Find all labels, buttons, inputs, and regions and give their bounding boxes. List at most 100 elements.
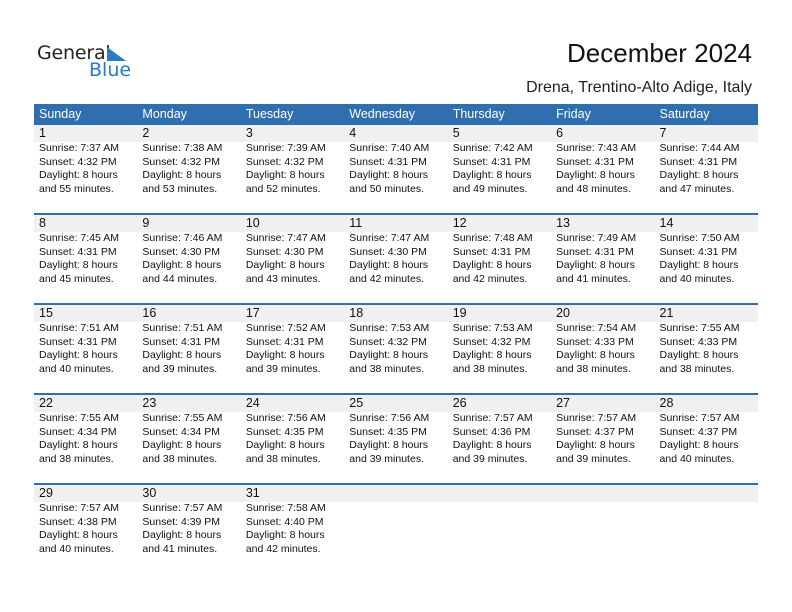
- day-number: 19: [452, 306, 467, 320]
- day-cell: 26 Sunrise: 7:57 AM Sunset: 4:36 PM Dayligh…: [448, 395, 551, 466]
- day-cell: 1 Sunrise: 7:37 AM Sunset: 4:32 PM Daylight…: [34, 125, 137, 196]
- sunset-time: Sunset: 4:33 PM: [659, 335, 738, 348]
- daylight-minutes: and 38 minutes.: [556, 362, 631, 375]
- daylight-minutes: and 41 minutes.: [556, 272, 631, 285]
- sunset-time: Sunset: 4:30 PM: [245, 245, 324, 258]
- sunrise-time: Sunrise: 7:54 AM: [556, 322, 637, 334]
- day-cell: 30 Sunrise: 7:57 AM Sunset: 4:39 PM Dayligh…: [137, 485, 240, 556]
- daylight-minutes: and 47 minutes.: [659, 182, 735, 195]
- day-cell: 10 Sunrise: 7:47 AM Sunset: 4:30 PM Dayligh…: [241, 215, 344, 286]
- sunrise-time: Sunrise: 7:49 AM: [556, 232, 637, 244]
- sunset-time: Sunset: 4:31 PM: [556, 155, 634, 168]
- day-number: 17: [245, 306, 260, 320]
- weekday-header-wednesday: Wednesday: [349, 107, 416, 121]
- day-number: 16: [142, 306, 157, 320]
- daylight-minutes: and 40 minutes.: [39, 542, 114, 555]
- sunrise-time: Sunrise: 7:58 AM: [245, 502, 326, 514]
- day-cell: 25 Sunrise: 7:56 AM Sunset: 4:35 PM Dayligh…: [344, 395, 447, 466]
- location-subtitle: Drena, Trentino-Alto Adige, Italy: [526, 79, 752, 96]
- daylight-minutes: and 38 minutes.: [452, 362, 528, 375]
- day-cell: 24 Sunrise: 7:56 AM Sunset: 4:35 PM Dayligh…: [241, 395, 344, 466]
- sunrise-time: Sunrise: 7:53 AM: [349, 322, 430, 334]
- daylight-minutes: and 45 minutes.: [39, 272, 114, 285]
- daylight-minutes: and 42 minutes.: [349, 272, 424, 285]
- daylight-minutes: and 41 minutes.: [142, 542, 218, 555]
- sunset-time: Sunset: 4:31 PM: [142, 335, 221, 348]
- sunset-time: Sunset: 4:32 PM: [245, 155, 324, 168]
- daylight-minutes: and 40 minutes.: [39, 362, 114, 375]
- sunrise-time: Sunrise: 7:57 AM: [556, 412, 637, 424]
- daylight-hours: Daylight: 8 hours: [245, 169, 325, 181]
- sunset-time: Sunset: 4:31 PM: [245, 335, 324, 348]
- sunset-time: Sunset: 4:38 PM: [39, 515, 117, 528]
- daylight-hours: Daylight: 8 hours: [349, 439, 429, 451]
- sunrise-time: Sunrise: 7:38 AM: [142, 142, 223, 154]
- day-number: 31: [245, 486, 260, 500]
- day-number: 4: [349, 126, 357, 140]
- sunrise-time: Sunrise: 7:56 AM: [349, 412, 430, 424]
- daylight-hours: Daylight: 8 hours: [659, 259, 739, 271]
- day-cell: 23 Sunrise: 7:55 AM Sunset: 4:34 PM Dayligh…: [137, 395, 240, 466]
- week-row: 15 Sunrise: 7:51 AM Sunset: 4:31 PM Dayligh…: [34, 303, 758, 393]
- daylight-minutes: and 38 minutes.: [39, 452, 114, 465]
- sunset-time: Sunset: 4:30 PM: [142, 245, 221, 258]
- week-row: 29 Sunrise: 7:57 AM Sunset: 4:38 PM Dayligh…: [34, 483, 758, 573]
- daylight-hours: Daylight: 8 hours: [556, 259, 635, 271]
- weeks-container: 1 Sunrise: 7:37 AM Sunset: 4:32 PM Daylight…: [34, 125, 758, 573]
- day-cell: 31 Sunrise: 7:58 AM Sunset: 4:40 PM Dayligh…: [241, 485, 344, 556]
- day-cell: 14 Sunrise: 7:50 AM Sunset: 4:31 PM Dayligh…: [655, 215, 758, 286]
- day-cell: 28 Sunrise: 7:57 AM Sunset: 4:37 PM Dayligh…: [655, 395, 758, 466]
- day-number: 13: [556, 216, 571, 230]
- daylight-hours: Daylight: 8 hours: [39, 349, 118, 361]
- daylight-minutes: and 38 minutes.: [245, 452, 321, 465]
- daylight-minutes: and 40 minutes.: [659, 452, 735, 465]
- day-cell: 3 Sunrise: 7:39 AM Sunset: 4:32 PM Daylight…: [241, 125, 344, 196]
- daylight-hours: Daylight: 8 hours: [245, 349, 325, 361]
- daylight-hours: Daylight: 8 hours: [556, 349, 635, 361]
- sunrise-time: Sunrise: 7:52 AM: [245, 322, 326, 334]
- calendar-grid: Sunday Monday Tuesday Wednesday Thursday Frid…: [34, 104, 758, 573]
- daylight-hours: Daylight: 8 hours: [142, 529, 222, 541]
- daylight-minutes: and 55 minutes.: [39, 182, 114, 195]
- daylight-hours: Daylight: 8 hours: [39, 439, 118, 451]
- daylight-minutes: and 49 minutes.: [452, 182, 528, 195]
- weekday-header-monday: Monday: [142, 107, 187, 121]
- week-row: 22 Sunrise: 7:55 AM Sunset: 4:34 PM Dayligh…: [34, 393, 758, 483]
- day-number: 11: [349, 216, 363, 230]
- sunset-time: Sunset: 4:32 PM: [452, 335, 531, 348]
- daylight-minutes: and 50 minutes.: [349, 182, 424, 195]
- daylight-minutes: and 39 minutes.: [452, 452, 528, 465]
- daylight-hours: Daylight: 8 hours: [142, 169, 222, 181]
- day-number: 14: [659, 216, 674, 230]
- sunrise-time: Sunrise: 7:44 AM: [659, 142, 740, 154]
- day-number: 30: [142, 486, 157, 500]
- weekday-header-sunday: Sunday: [39, 107, 82, 121]
- day-cell: 22 Sunrise: 7:55 AM Sunset: 4:34 PM Dayligh…: [34, 395, 137, 466]
- empty-day-cell: [344, 485, 447, 556]
- sunset-time: Sunset: 4:34 PM: [39, 425, 117, 438]
- day-number: 8: [39, 216, 46, 230]
- daylight-hours: Daylight: 8 hours: [556, 439, 635, 451]
- week-row: 8 Sunrise: 7:45 AM Sunset: 4:31 PM Daylight…: [34, 213, 758, 303]
- day-number: 28: [659, 396, 674, 410]
- empty-day-cell: [448, 485, 551, 556]
- sunset-time: Sunset: 4:39 PM: [142, 515, 221, 528]
- daylight-hours: Daylight: 8 hours: [39, 259, 118, 271]
- weekday-header-row: Sunday Monday Tuesday Wednesday Thursday Frid…: [34, 104, 758, 125]
- weekday-header-thursday: Thursday: [452, 107, 505, 121]
- sunset-time: Sunset: 4:31 PM: [349, 155, 427, 168]
- sunrise-time: Sunrise: 7:57 AM: [452, 412, 533, 424]
- daylight-hours: Daylight: 8 hours: [659, 439, 739, 451]
- sunset-time: Sunset: 4:37 PM: [659, 425, 738, 438]
- daylight-hours: Daylight: 8 hours: [245, 259, 325, 271]
- day-cell: 17 Sunrise: 7:52 AM Sunset: 4:31 PM Dayligh…: [241, 305, 344, 376]
- day-cell: 21 Sunrise: 7:55 AM Sunset: 4:33 PM Dayligh…: [655, 305, 758, 376]
- daylight-hours: Daylight: 8 hours: [142, 259, 222, 271]
- daylight-hours: Daylight: 8 hours: [452, 259, 532, 271]
- day-number: 2: [142, 126, 150, 140]
- day-number: 10: [245, 216, 260, 230]
- daylight-hours: Daylight: 8 hours: [659, 349, 739, 361]
- week-row: 1 Sunrise: 7:37 AM Sunset: 4:32 PM Daylight…: [34, 125, 758, 213]
- weekday-header-saturday: Saturday: [659, 107, 710, 121]
- day-number: 22: [39, 396, 53, 410]
